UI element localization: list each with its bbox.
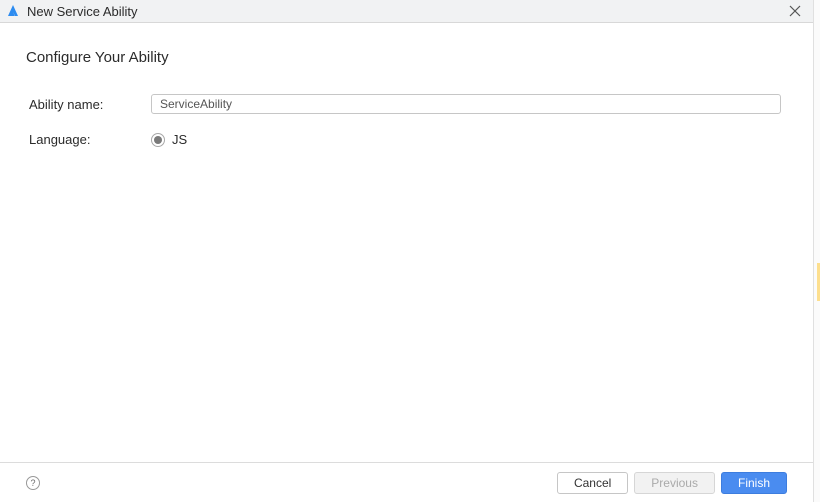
ability-name-row: Ability name:: [26, 94, 787, 114]
footer-buttons: Cancel Previous Finish: [557, 472, 787, 494]
cancel-button[interactable]: Cancel: [557, 472, 628, 494]
close-button[interactable]: [787, 3, 803, 19]
close-icon: [789, 5, 801, 17]
page-title: Configure Your Ability: [26, 49, 787, 66]
content-area: Configure Your Ability Ability name: Lan…: [0, 23, 813, 462]
language-radio-js-label: JS: [172, 132, 187, 147]
previous-button: Previous: [634, 472, 715, 494]
footer: ? Cancel Previous Finish: [0, 462, 813, 502]
language-row: Language: JS: [26, 132, 787, 147]
ability-name-label: Ability name:: [26, 97, 151, 112]
finish-button[interactable]: Finish: [721, 472, 787, 494]
language-radio-group: JS: [151, 132, 187, 147]
right-edge-panel: [813, 0, 820, 502]
window-title: New Service Ability: [27, 4, 138, 19]
help-button[interactable]: ?: [26, 476, 40, 490]
language-label: Language:: [26, 132, 151, 147]
language-radio-js[interactable]: [151, 133, 165, 147]
titlebar: New Service Ability: [0, 0, 813, 23]
app-icon: [6, 4, 20, 18]
help-icon: ?: [30, 478, 35, 488]
radio-selected-icon: [154, 136, 162, 144]
ability-name-input[interactable]: [151, 94, 781, 114]
